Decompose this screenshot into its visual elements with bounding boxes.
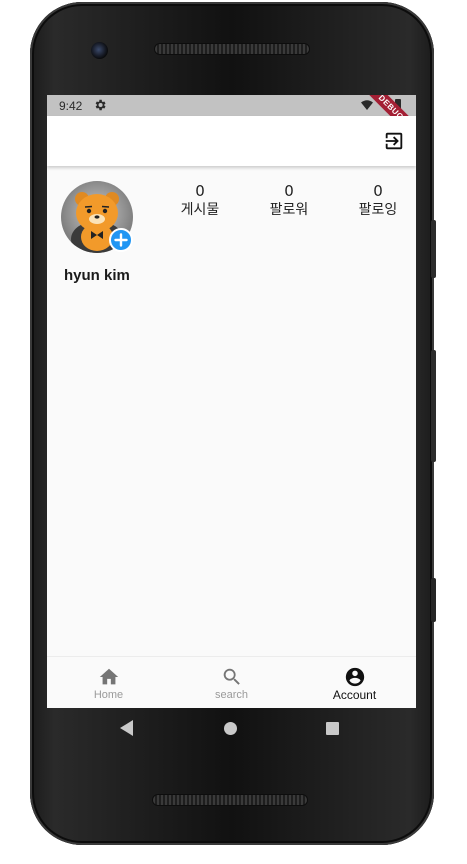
posts-count: 0 xyxy=(195,182,205,200)
logout-icon[interactable] xyxy=(383,130,405,152)
power-button xyxy=(431,220,436,278)
nav-item-search[interactable]: search xyxy=(170,657,293,708)
following-label: 팔로잉 xyxy=(358,202,398,218)
front-camera xyxy=(91,42,108,59)
wifi-icon xyxy=(361,100,373,110)
posts-stat: 0 게시물 xyxy=(165,182,235,220)
followers-stat[interactable]: 0 팔로워 xyxy=(254,182,324,220)
following-stat[interactable]: 0 팔로잉 xyxy=(343,182,413,220)
following-count: 0 xyxy=(373,182,383,200)
nav-label-account: Account xyxy=(332,688,377,702)
profile-username: hyun kim xyxy=(64,267,130,284)
system-recents-button[interactable] xyxy=(326,722,339,735)
status-time: 9:42 xyxy=(59,99,83,113)
nav-item-home[interactable]: Home xyxy=(47,657,170,708)
top-speaker-grille xyxy=(155,44,309,54)
followers-label: 팔로워 xyxy=(269,202,309,218)
system-back-button[interactable] xyxy=(120,720,133,736)
side-button xyxy=(431,578,436,622)
profile-avatar-container xyxy=(61,181,133,253)
nav-label-home: Home xyxy=(93,689,124,701)
followers-count: 0 xyxy=(284,182,294,200)
nav-label-search: search xyxy=(214,689,249,701)
settings-gear-icon xyxy=(95,99,106,111)
search-icon xyxy=(223,668,240,685)
volume-button xyxy=(431,350,436,462)
app-bar xyxy=(47,116,416,166)
system-home-button[interactable] xyxy=(224,722,237,735)
bottom-navigation-bar: Home search Account xyxy=(47,656,416,708)
account-circle-icon xyxy=(345,667,364,687)
home-icon xyxy=(99,668,118,685)
add-circle-icon xyxy=(114,233,128,247)
app-screen: 9:42 DEBUG 0 게시물 0 팔로워 0 팔로잉 hyun kim Ho… xyxy=(47,95,416,708)
posts-label: 게시물 xyxy=(180,202,220,218)
nav-item-account[interactable]: Account xyxy=(293,657,416,708)
add-profile-photo-button[interactable] xyxy=(109,228,133,252)
bottom-speaker-grille xyxy=(153,795,307,805)
status-bar: 9:42 DEBUG xyxy=(47,95,416,151)
